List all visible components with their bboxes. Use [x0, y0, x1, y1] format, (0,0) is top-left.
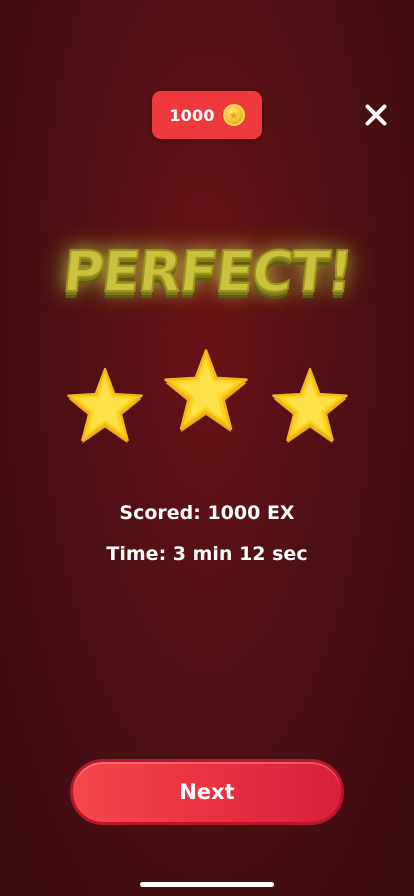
- score-text: Scored: 1000 EX: [119, 502, 295, 524]
- star-icon: [164, 349, 248, 433]
- coin-balance: 1000 ★: [152, 91, 262, 139]
- coin-count: 1000: [169, 105, 215, 125]
- next-button-label: Next: [179, 780, 235, 804]
- home-indicator[interactable]: [140, 882, 274, 887]
- level-complete-screen: 1000 ★ PERFECT! Scored: 1000 EX Time: 3 …: [0, 0, 414, 896]
- star-icon: [272, 367, 348, 444]
- next-button[interactable]: Next: [73, 762, 341, 822]
- time-text: Time: 3 min 12 sec: [106, 543, 308, 565]
- close-icon[interactable]: [356, 96, 396, 136]
- result-title: PERFECT!: [59, 239, 356, 306]
- star-rating: [0, 340, 414, 460]
- star-icon: [67, 367, 143, 444]
- coin-icon: ★: [222, 104, 245, 126]
